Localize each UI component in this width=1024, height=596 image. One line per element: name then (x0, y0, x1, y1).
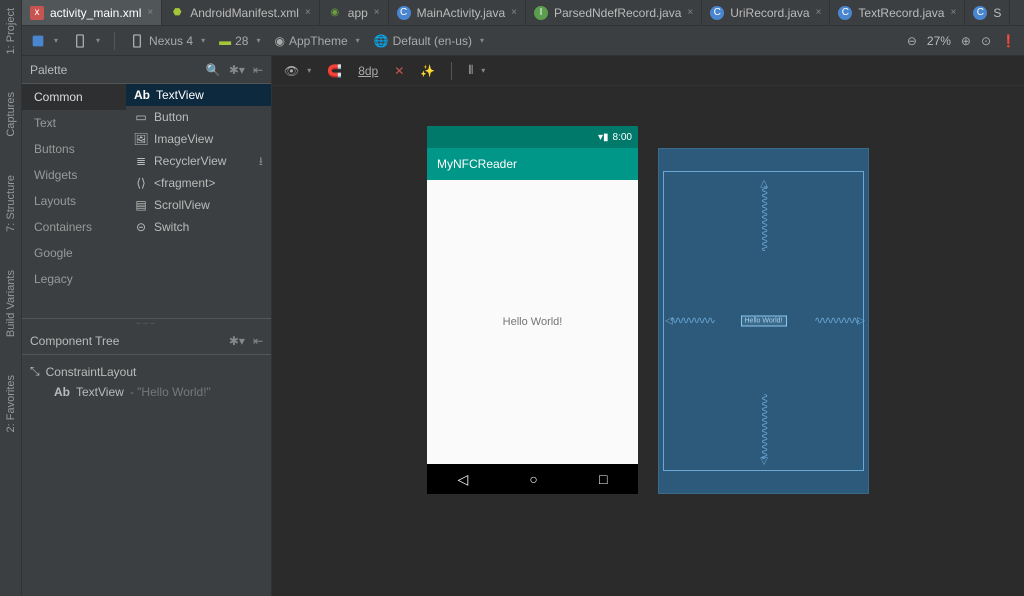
status-bar: ▾▮ 8:00 (427, 126, 638, 148)
preview-textview[interactable]: Hello World! (503, 316, 563, 328)
default-margin[interactable]: 8dp (358, 64, 378, 78)
category-google[interactable]: Google (22, 240, 126, 266)
settings-icon[interactable]: ✱▾ (229, 63, 245, 77)
palette-item-fragment[interactable]: ⟨⟩<fragment> (126, 172, 271, 194)
palette-item-scrollview[interactable]: ▤ScrollView (126, 194, 271, 216)
home-icon: ○ (529, 471, 537, 487)
category-common[interactable]: Common (22, 84, 126, 110)
rail-project[interactable]: 1: Project (3, 4, 19, 58)
design-surface-dropdown[interactable] (30, 33, 58, 49)
rail-favorites[interactable]: 2: Favorites (3, 371, 19, 436)
left-side-panel: Palette 🔍 ✱▾ ⇤ Common Text Buttons Widge… (22, 56, 272, 596)
device-dropdown[interactable]: Nexus 4 (129, 33, 205, 49)
back-icon: ◁ (458, 471, 469, 488)
close-icon[interactable]: × (816, 7, 822, 18)
collapse-icon[interactable]: ⇤ (253, 63, 263, 77)
close-icon[interactable]: × (687, 7, 693, 18)
constraint-spring-right: ∿∿∿∿∿∿∿∿▷ (814, 316, 862, 327)
category-buttons[interactable]: Buttons (22, 136, 126, 162)
download-icon[interactable]: ⭳ (259, 152, 263, 173)
rail-build-variants[interactable]: Build Variants (3, 266, 19, 341)
constraint-spring-bottom: ∿∿∿∿∿∿∿∿∿∿∿∿▷ (758, 393, 769, 462)
wifi-icon: ▾▮ (598, 132, 609, 143)
zoom-level: 27% (927, 34, 951, 48)
device-preview[interactable]: ▾▮ 8:00 MyNFCReader Hello World! ◁ ○ □ (427, 126, 638, 494)
theme-dropdown[interactable]: ◉AppTheme (274, 34, 359, 48)
constraint-spring-left: ◁∿∿∿∿∿∿∿∿ (665, 316, 713, 327)
close-icon[interactable]: × (147, 7, 153, 18)
category-widgets[interactable]: Widgets (22, 162, 126, 188)
status-time: 8:00 (613, 132, 632, 143)
tab-app[interactable]: ◉app× (320, 0, 389, 25)
view-options-dropdown[interactable]: 👁 (284, 64, 311, 78)
orientation-dropdown[interactable] (72, 33, 100, 49)
palette-header: Palette 🔍 ✱▾ ⇤ (22, 56, 271, 84)
close-icon[interactable]: × (305, 7, 311, 18)
category-text[interactable]: Text (22, 110, 126, 136)
tab-manifest[interactable]: ⬣AndroidManifest.xml× (162, 0, 320, 25)
main-area: xactivity_main.xml× ⬣AndroidManifest.xml… (22, 0, 1024, 596)
tree-child-textview[interactable]: AbTextView- "Hello World!" (26, 382, 267, 402)
editor-tabs: xactivity_main.xml× ⬣AndroidManifest.xml… (22, 0, 1024, 26)
preview-screen[interactable]: Hello World! (427, 180, 638, 464)
search-icon[interactable]: 🔍 (206, 63, 221, 77)
tab-textrecord[interactable]: CTextRecord.java× (830, 0, 965, 25)
left-tool-rail: 1: Project Captures 7: Structure Build V… (0, 0, 22, 596)
api-dropdown[interactable]: ▬28 (219, 34, 260, 48)
close-icon[interactable]: × (950, 7, 956, 18)
tab-mainactivity[interactable]: CMainActivity.java× (389, 0, 526, 25)
category-layouts[interactable]: Layouts (22, 188, 126, 214)
blueprint-view[interactable]: ◁∿∿∿∿∿∿∿∿ ∿∿∿∿∿∿∿∿▷ ◁∿∿∿∿∿∿∿∿∿∿∿∿ ∿∿∿∿∿∿… (658, 148, 869, 494)
constraint-spring-top: ◁∿∿∿∿∿∿∿∿∿∿∿∿ (758, 180, 769, 249)
palette-item-textview[interactable]: AbTextView (126, 84, 271, 106)
zoom-out-button[interactable]: ⊖ (907, 34, 917, 48)
tab-overflow[interactable]: CS (965, 0, 1010, 25)
constraint-icon: ⤡ (30, 364, 40, 379)
category-legacy[interactable]: Legacy (22, 266, 126, 292)
app-bar: MyNFCReader (427, 148, 638, 180)
resize-handle[interactable]: ┄┄┄ (22, 319, 271, 327)
rail-captures[interactable]: Captures (3, 88, 19, 141)
zoom-fit-button[interactable]: ⊙ (981, 34, 991, 48)
design-toolbar: 👁 🧲 8dp ✕ ✨ ⫴ (272, 56, 1024, 86)
close-icon[interactable]: × (511, 7, 517, 18)
palette-item-recyclerview[interactable]: ≣RecyclerView (126, 150, 271, 172)
palette-item-button[interactable]: ▭Button (126, 106, 271, 128)
infer-constraints-icon[interactable]: ✨ (420, 64, 435, 78)
collapse-icon[interactable]: ⇤ (253, 334, 263, 348)
design-area: 👁 🧲 8dp ✕ ✨ ⫴ ▾▮ 8:00 MyNFCReader Hello W… (272, 56, 1024, 596)
design-surface[interactable]: ▾▮ 8:00 MyNFCReader Hello World! ◁ ○ □ ◁∿∿∿… (272, 86, 1024, 596)
autoconnect-icon[interactable]: 🧲 (327, 64, 342, 78)
design-config-toolbar: Nexus 4 ▬28 ◉AppTheme 🌐Default (en-us) ⊖… (22, 26, 1024, 56)
palette-item-imageview[interactable]: 🖼ImageView (126, 128, 271, 150)
palette-body: Common Text Buttons Widgets Layouts Cont… (22, 84, 271, 319)
component-tree-body: ⤡ConstraintLayout AbTextView- "Hello Wor… (22, 355, 271, 596)
locale-dropdown[interactable]: 🌐Default (en-us) (374, 34, 484, 48)
tree-root[interactable]: ⤡ConstraintLayout (26, 361, 267, 382)
palette-categories: Common Text Buttons Widgets Layouts Cont… (22, 84, 126, 318)
tab-activity-main[interactable]: xactivity_main.xml× (22, 0, 162, 25)
tab-parsedndef[interactable]: IParsedNdefRecord.java× (526, 0, 702, 25)
component-tree-header: Component Tree ✱▾ ⇤ (22, 327, 271, 355)
align-dropdown[interactable]: ⫴ (468, 63, 485, 78)
settings-icon[interactable]: ✱▾ (229, 334, 245, 348)
recent-icon: □ (599, 471, 607, 487)
palette-item-switch[interactable]: ⊝Switch (126, 216, 271, 238)
palette-items: AbTextView ▭Button 🖼ImageView ≣RecyclerV… (126, 84, 271, 318)
tab-urirecord[interactable]: CUriRecord.java× (702, 0, 830, 25)
clear-constraints-icon[interactable]: ✕ (394, 64, 404, 78)
zoom-in-button[interactable]: ⊕ (961, 34, 971, 48)
palette-title: Palette (30, 63, 67, 77)
component-tree-title: Component Tree (30, 334, 119, 348)
close-icon[interactable]: × (374, 7, 380, 18)
warnings-button[interactable]: ❗ (1001, 34, 1016, 48)
blueprint-textview[interactable]: Hello World! (741, 316, 787, 327)
nav-bar: ◁ ○ □ (427, 464, 638, 494)
category-containers[interactable]: Containers (22, 214, 126, 240)
rail-structure[interactable]: 7: Structure (3, 171, 19, 236)
content-row: Palette 🔍 ✱▾ ⇤ Common Text Buttons Widge… (22, 56, 1024, 596)
